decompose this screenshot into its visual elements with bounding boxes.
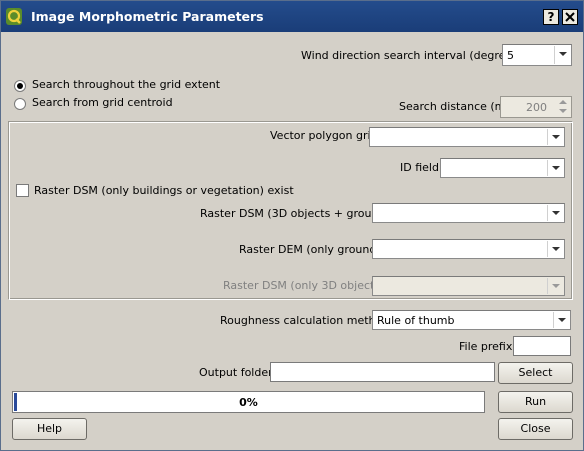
progress-text: 0% [239, 396, 258, 409]
help-button[interactable]: Help [12, 418, 87, 440]
raster-dsm-only-label[interactable]: Raster DSM (only buildings or vegetation… [34, 184, 294, 197]
wind-direction-value: 5 [507, 49, 514, 62]
search-distance-spinbox[interactable]: 200 [500, 96, 572, 118]
raster-dsm-3d-label: Raster DSM (only 3D objects): [223, 279, 389, 292]
chevron-down-icon[interactable] [547, 129, 563, 145]
polygon-grid-label: Vector polygon grid: [270, 129, 382, 142]
search-distance-label: Search distance (m): [399, 100, 514, 113]
run-button[interactable]: Run [498, 391, 573, 413]
wind-direction-label: Wind direction search interval (degrees)… [301, 49, 526, 62]
radio-grid-extent[interactable] [14, 80, 26, 92]
raster-dsm-combo[interactable] [372, 203, 565, 223]
id-field-combo[interactable] [440, 158, 565, 178]
chevron-down-icon[interactable] [547, 205, 563, 221]
title-bar[interactable]: Image Morphometric Parameters ? [1, 1, 583, 32]
spin-down-icon[interactable] [556, 107, 570, 116]
radio-grid-centroid[interactable] [14, 98, 26, 110]
search-distance-value: 200 [526, 101, 547, 114]
chevron-down-icon[interactable] [554, 46, 570, 64]
help-title-button[interactable]: ? [543, 9, 559, 25]
window-title: Image Morphometric Parameters [31, 9, 264, 24]
raster-dsm-only-checkbox[interactable] [16, 184, 29, 197]
spin-up-icon[interactable] [556, 98, 570, 107]
roughness-combo[interactable]: Rule of thumb [372, 310, 571, 330]
output-folder-input[interactable] [270, 362, 495, 382]
progress-bar: 0% [12, 391, 485, 413]
raster-dem-combo[interactable] [372, 239, 565, 259]
qgis-app-icon [6, 8, 22, 25]
wind-direction-combo[interactable]: 5 [502, 44, 572, 66]
chevron-down-icon[interactable] [547, 160, 563, 176]
radio-grid-centroid-label[interactable]: Search from grid centroid [32, 96, 173, 109]
close-button[interactable]: Close [498, 418, 573, 440]
radio-grid-extent-label[interactable]: Search throughout the grid extent [32, 78, 220, 91]
roughness-label: Roughness calculation method: [220, 314, 393, 327]
polygon-grid-combo[interactable] [369, 127, 565, 147]
chevron-down-icon[interactable] [547, 241, 563, 257]
output-folder-label: Output folder: [199, 366, 277, 379]
roughness-value: Rule of thumb [377, 314, 455, 327]
raster-dsm-label: Raster DSM (3D objects + ground): [200, 207, 394, 220]
id-field-label: ID field: [400, 161, 443, 174]
file-prefix-input[interactable] [513, 336, 571, 356]
close-icon [565, 12, 575, 22]
file-prefix-label: File prefix: [459, 340, 517, 353]
chevron-down-icon[interactable] [553, 312, 569, 328]
chevron-down-icon[interactable] [547, 278, 563, 294]
raster-dem-label: Raster DEM (only ground): [239, 243, 385, 256]
dialog-window: Image Morphometric Parameters ? Wind dir… [0, 0, 584, 451]
close-title-button[interactable] [562, 9, 578, 25]
raster-dsm-3d-combo[interactable] [372, 276, 565, 296]
select-folder-button[interactable]: Select [498, 362, 573, 384]
